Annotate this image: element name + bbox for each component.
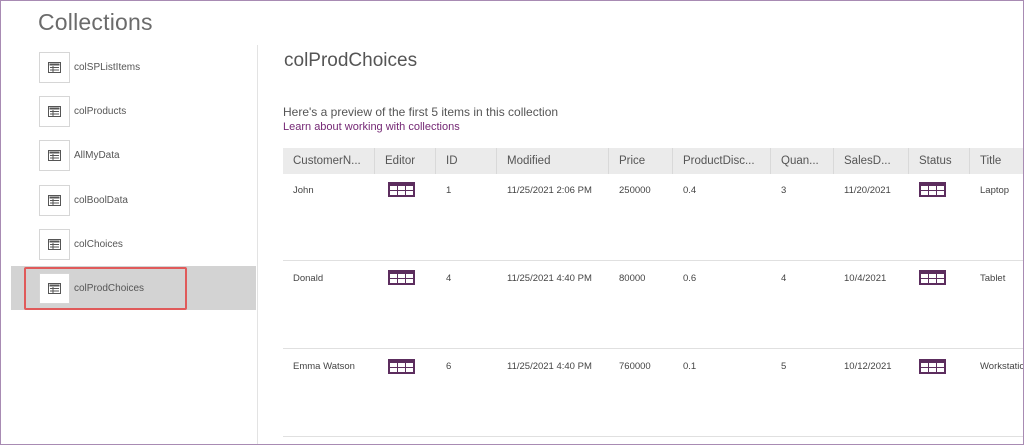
column-header-customername[interactable]: CustomerN... bbox=[283, 148, 375, 174]
cell-title: Tablet bbox=[980, 273, 1006, 284]
cell-price: 760000 bbox=[619, 361, 651, 372]
sidebar-item-label: colSPListItems bbox=[74, 61, 141, 73]
sidebar-item-colsplistitems[interactable]: colSPListItems bbox=[11, 45, 256, 89]
table-record-icon[interactable] bbox=[388, 270, 415, 285]
collection-table-icon bbox=[39, 228, 70, 260]
table-record-icon[interactable] bbox=[388, 359, 415, 374]
column-header-editor[interactable]: Editor bbox=[375, 148, 436, 174]
cell-id: 1 bbox=[446, 185, 452, 196]
column-header-modified[interactable]: Modified bbox=[497, 148, 609, 174]
cell-salesdate: 10/12/2021 bbox=[844, 361, 892, 372]
cell-salesdate: 10/4/2021 bbox=[844, 273, 887, 284]
cell-salesdate: 11/20/2021 bbox=[844, 185, 891, 196]
cell-productdiscount: 0.1 bbox=[683, 361, 697, 372]
sidebar-item-label: colChoices bbox=[74, 238, 123, 250]
cell-quantity: 5 bbox=[781, 361, 787, 372]
collection-table-icon bbox=[39, 184, 70, 216]
column-header-quantity[interactable]: Quan... bbox=[771, 148, 834, 174]
cell-modified: 11/25/2021 2:06 PM bbox=[507, 185, 592, 196]
cell-price: 80000 bbox=[619, 273, 646, 284]
preview-description: Here's a preview of the first 5 items in… bbox=[283, 105, 559, 119]
cell-modified: 11/25/2021 4:40 PM bbox=[507, 361, 592, 372]
cell-id: 4 bbox=[446, 273, 452, 284]
table-record-icon[interactable] bbox=[388, 182, 415, 197]
sidebar-item-label: AllMyData bbox=[74, 149, 120, 161]
sidebar-item-colproducts[interactable]: colProducts bbox=[11, 89, 256, 133]
column-header-id[interactable]: ID bbox=[436, 148, 497, 174]
cell-title: Workstatio bbox=[980, 361, 1024, 372]
cell-quantity: 4 bbox=[781, 273, 787, 284]
sidebar-item-colbooldata[interactable]: colBoolData bbox=[11, 178, 256, 222]
table-record-icon[interactable] bbox=[919, 182, 946, 197]
page-title: Collections bbox=[38, 9, 153, 35]
collection-table-icon bbox=[39, 272, 70, 304]
column-header-status[interactable]: Status bbox=[909, 148, 970, 174]
collection-table-icon bbox=[39, 139, 70, 171]
sidebar-item-colchoices[interactable]: colChoices bbox=[11, 222, 256, 266]
column-header-price[interactable]: Price bbox=[609, 148, 673, 174]
sidebar-item-label: colProducts bbox=[74, 105, 127, 117]
collection-table-icon bbox=[39, 95, 70, 127]
cell-quantity: 3 bbox=[781, 185, 787, 196]
sidebar-item-colprodchoices[interactable]: colProdChoices bbox=[11, 266, 256, 310]
row-divider bbox=[283, 260, 1023, 261]
collection-title: colProdChoices bbox=[284, 50, 418, 71]
cell-title: Laptop bbox=[980, 185, 1010, 196]
column-header-productdiscount[interactable]: ProductDisc... bbox=[673, 148, 771, 174]
collection-table-icon bbox=[39, 51, 70, 83]
app-frame: Collections colSPListItems colProducts A… bbox=[0, 0, 1024, 445]
row-divider bbox=[283, 436, 1023, 437]
cell-customername: Donald bbox=[293, 273, 324, 284]
column-header-title[interactable]: Title bbox=[970, 148, 1023, 174]
collections-sidebar: colSPListItems colProducts AllMyData col… bbox=[11, 45, 256, 444]
learn-collections-link[interactable]: Learn about working with collections bbox=[283, 121, 460, 133]
cell-customername: John bbox=[293, 185, 314, 196]
sidebar-item-allmydata[interactable]: AllMyData bbox=[11, 133, 256, 177]
sidebar-item-label: colProdChoices bbox=[74, 282, 145, 294]
cell-id: 6 bbox=[446, 361, 452, 372]
cell-modified: 11/25/2021 4:40 PM bbox=[507, 273, 592, 284]
cell-productdiscount: 0.4 bbox=[683, 185, 697, 196]
row-divider bbox=[283, 348, 1023, 349]
table-record-icon[interactable] bbox=[919, 359, 946, 374]
panel-divider bbox=[257, 45, 258, 444]
table-record-icon[interactable] bbox=[919, 270, 946, 285]
cell-price: 250000 bbox=[619, 185, 651, 196]
sidebar-item-label: colBoolData bbox=[74, 194, 128, 206]
cell-productdiscount: 0.6 bbox=[683, 273, 697, 284]
cell-customername: Emma Watson bbox=[293, 361, 355, 372]
column-header-salesdate[interactable]: SalesD... bbox=[834, 148, 909, 174]
table-header: CustomerN... Editor ID Modified Price Pr… bbox=[283, 148, 1023, 174]
